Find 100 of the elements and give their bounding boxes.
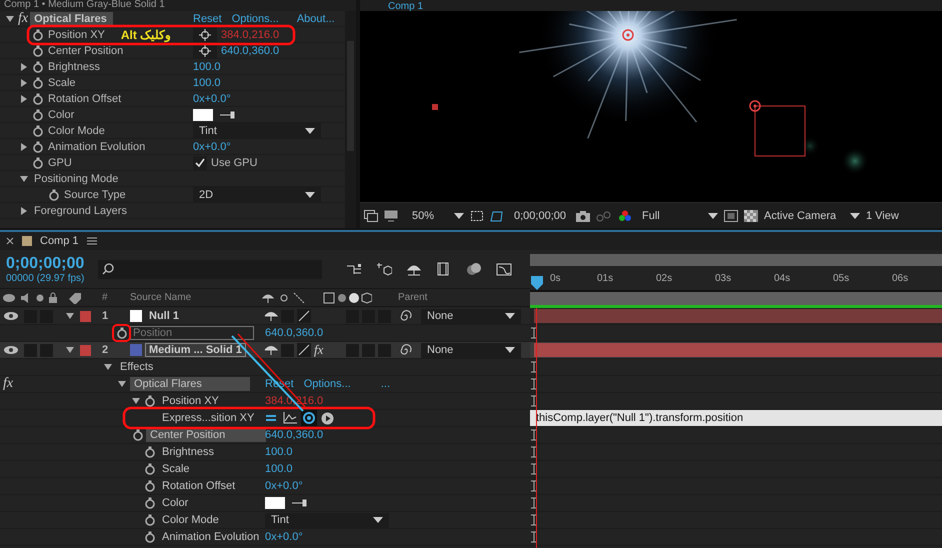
stopwatch-icon[interactable]	[32, 140, 44, 152]
color-swatch[interactable]	[265, 497, 285, 509]
shy-icon[interactable]	[264, 310, 278, 322]
property-value[interactable]: 640.0,360.0	[265, 429, 324, 441]
column-header[interactable]: Source Name	[130, 292, 192, 303]
target-icon[interactable]	[622, 29, 634, 41]
stopwatch-icon[interactable]	[144, 497, 156, 509]
stopwatch-icon[interactable]	[144, 446, 156, 458]
layers-icon[interactable]	[364, 210, 378, 222]
camera-dropdown[interactable]: Active Camera	[764, 210, 860, 222]
stopwatch-icon[interactable]	[32, 44, 44, 56]
spiral-icon[interactable]	[400, 310, 412, 322]
column-header[interactable]: Parent	[398, 292, 428, 303]
slash-icon[interactable]	[297, 309, 311, 323]
property-value[interactable]: 384.0,216.0	[221, 28, 280, 40]
glasses-icon[interactable]	[596, 210, 612, 222]
column-header[interactable]: #	[102, 292, 108, 303]
play-icon[interactable]	[321, 412, 334, 424]
property-value[interactable]: 100.0	[193, 76, 221, 88]
property-value[interactable]: 100.0	[265, 463, 293, 475]
playhead-icon[interactable]	[531, 276, 543, 290]
menu-icon[interactable]	[86, 236, 97, 246]
circles-icon[interactable]	[466, 262, 482, 276]
checkbox-label[interactable]: Use GPU	[211, 156, 258, 168]
slash-icon[interactable]	[297, 343, 311, 357]
parent-dropdown[interactable]: None	[421, 308, 521, 324]
label-color[interactable]	[80, 344, 91, 356]
switch-box[interactable]	[24, 344, 37, 356]
dropdown[interactable]: Tint	[193, 123, 321, 138]
view-layout-dropdown[interactable]: 1 View	[866, 210, 899, 222]
stopwatch-icon[interactable]	[132, 429, 144, 441]
handle-icon[interactable]	[432, 104, 438, 110]
stopwatch-icon[interactable]	[32, 28, 44, 40]
safe-area-icon[interactable]	[724, 210, 738, 222]
sparkle-cube-icon[interactable]	[376, 262, 392, 276]
rgb-channels-icon[interactable]	[618, 210, 632, 222]
color-swatch[interactable]	[193, 108, 213, 120]
eyedropper-icon[interactable]	[291, 498, 309, 508]
property-value[interactable]: 640.0,360.0	[221, 44, 280, 56]
property-value[interactable]: 100.0	[265, 446, 293, 458]
graph-icon[interactable]	[283, 412, 297, 424]
stopwatch-icon[interactable]	[116, 327, 128, 339]
stopwatch-icon[interactable]	[144, 531, 156, 543]
fx-switch[interactable]: fx	[314, 342, 328, 358]
effect-link[interactable]: About...	[296, 12, 335, 24]
region-icon[interactable]	[470, 210, 484, 222]
dropdown[interactable]: Tint	[265, 512, 389, 528]
effect-link[interactable]: ...	[380, 378, 390, 390]
expression-field[interactable]: thisComp.layer("Null 1").transform.position	[530, 410, 942, 426]
effect-name[interactable]: Optical Flares	[30, 12, 113, 26]
viewer-timecode[interactable]: 0;00;00;00	[514, 210, 566, 222]
camera-icon[interactable]	[576, 210, 590, 222]
property-value[interactable]: 640.0,360.0	[265, 327, 324, 339]
resolution-dropdown[interactable]: Full	[642, 210, 718, 222]
pick-whip-icon[interactable]	[301, 410, 317, 426]
checkbox[interactable]	[193, 156, 207, 170]
search-field[interactable]	[98, 260, 322, 278]
label-color[interactable]	[80, 310, 91, 322]
effect-link[interactable]: Options...	[304, 378, 351, 390]
stopwatch-icon[interactable]	[32, 60, 44, 72]
property-value[interactable]: 0x+0.0°	[265, 480, 303, 492]
stopwatch-icon[interactable]	[144, 480, 156, 492]
layer-name[interactable]: Null 1	[145, 309, 183, 323]
eye-icon[interactable]	[3, 311, 19, 321]
stopwatch-icon[interactable]	[32, 76, 44, 88]
monitor-icon[interactable]	[384, 210, 398, 222]
property-value[interactable]: 100.0	[193, 60, 221, 72]
switch-box[interactable]	[378, 344, 391, 356]
stopwatch-icon[interactable]	[144, 395, 156, 407]
property-value[interactable]: 0x+0.0°	[193, 140, 231, 152]
stopwatch-icon[interactable]	[32, 108, 44, 120]
close-icon[interactable]	[6, 237, 14, 245]
layer-name[interactable]: Medium ... Solid 1	[145, 343, 246, 357]
stopwatch-icon[interactable]	[32, 124, 44, 136]
graph-editor-icon[interactable]	[496, 262, 512, 276]
stopwatch-icon[interactable]	[32, 156, 44, 168]
shy-icon[interactable]	[264, 344, 278, 356]
switch-box[interactable]	[346, 344, 359, 356]
timeline-tab[interactable]: Comp 1	[40, 235, 79, 247]
dropdown[interactable]: 2D	[193, 187, 321, 202]
mask-path-icon[interactable]	[490, 210, 504, 222]
switch-box[interactable]	[40, 344, 53, 356]
equals-icon[interactable]	[265, 413, 277, 423]
zoom-dropdown[interactable]: 50%	[412, 210, 464, 222]
target-icon[interactable]	[749, 100, 761, 112]
switch-box[interactable]	[362, 344, 375, 356]
property-value[interactable]: 0x+0.0°	[265, 531, 303, 543]
checkerboard-icon[interactable]	[744, 210, 758, 222]
effect-link[interactable]: Reset	[193, 12, 222, 24]
switch-box[interactable]	[281, 344, 294, 356]
flowchart-icon[interactable]	[346, 262, 362, 276]
stopwatch-icon[interactable]	[32, 92, 44, 104]
stopwatch-icon[interactable]	[48, 188, 60, 200]
point-control[interactable]	[193, 27, 217, 42]
timecode[interactable]: 0;00;00;00	[6, 254, 84, 272]
stopwatch-icon[interactable]	[144, 514, 156, 526]
property-value[interactable]: 0x+0.0°	[193, 92, 231, 104]
spiral-icon[interactable]	[400, 344, 412, 356]
property-label[interactable]: Position	[130, 326, 254, 340]
eye-icon[interactable]	[3, 345, 19, 355]
